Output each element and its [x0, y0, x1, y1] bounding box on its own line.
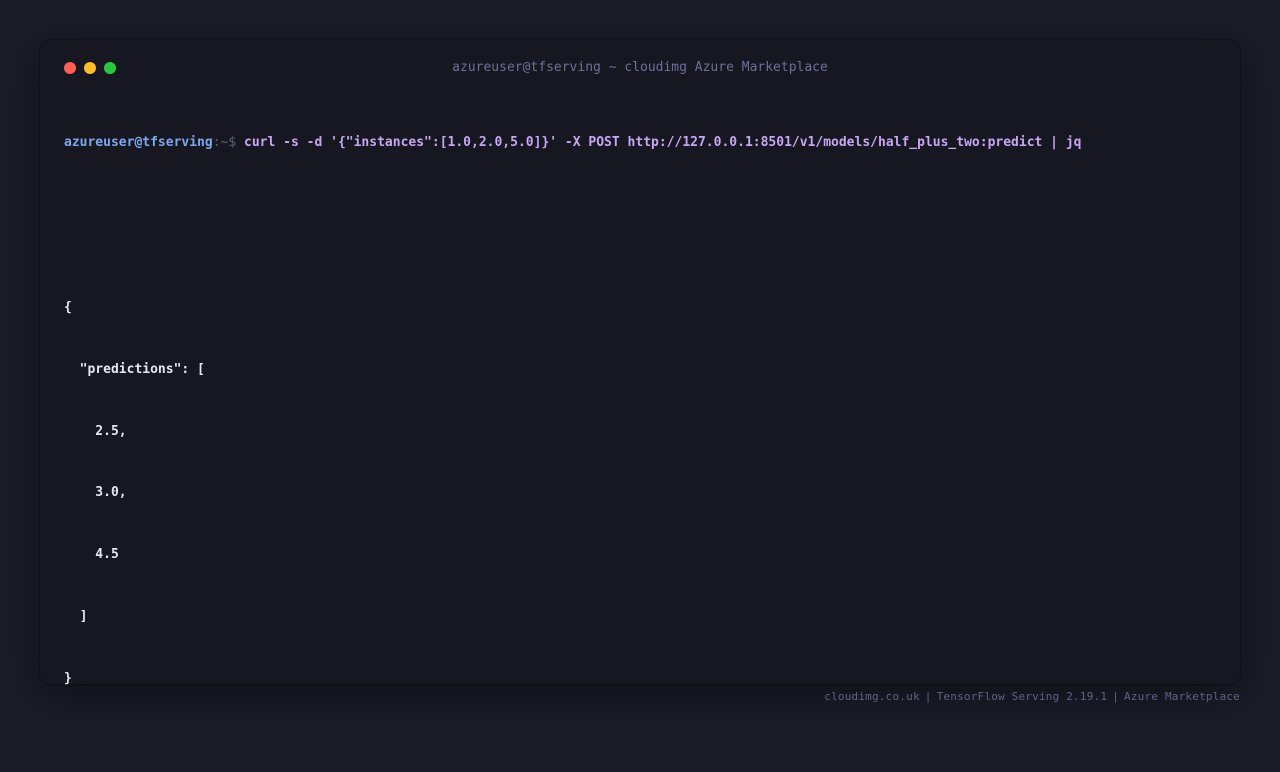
terminal-window: azureuser@tfserving ~ cloudimg Azure Mar…	[40, 40, 1240, 686]
command-text: curl -s -d '{"instances":[1.0,2.0,5.0]}'…	[244, 135, 1082, 151]
output-line: 2.5,	[64, 423, 127, 439]
footer-separator: |	[924, 690, 932, 703]
output-line: 3.0,	[64, 485, 127, 501]
command-line: azureuser@tfserving:~$ curl -s -d '{"ins…	[64, 133, 1216, 154]
json-output: { "predictions": [ 2.5, 3.0, 4.5 ] }	[64, 257, 1216, 731]
output-line: {	[64, 299, 72, 315]
output-line: "predictions": [	[64, 361, 205, 377]
footer: cloudimg.co.uk | TensorFlow Serving 2.19.1…	[824, 690, 1240, 703]
footer-product: TensorFlow Serving 2.19.1	[936, 690, 1108, 703]
title-bar: azureuser@tfserving ~ cloudimg Azure Mar…	[40, 40, 1240, 96]
window-title: azureuser@tfserving ~ cloudimg Azure Mar…	[452, 60, 828, 75]
output-line: }	[64, 670, 72, 686]
output-line: 4.5	[64, 547, 119, 563]
output-line: ]	[64, 608, 88, 624]
prompt-user: azureuser@tfserving	[64, 135, 213, 151]
footer-site: cloudimg.co.uk	[824, 690, 920, 703]
footer-marketplace: Azure Marketplace	[1124, 690, 1240, 703]
terminal-output[interactable]: azureuser@tfserving:~$ curl -s -d '{"ins…	[64, 92, 1216, 772]
footer-separator: |	[1112, 690, 1120, 703]
prompt-path: :~$	[212, 135, 237, 151]
